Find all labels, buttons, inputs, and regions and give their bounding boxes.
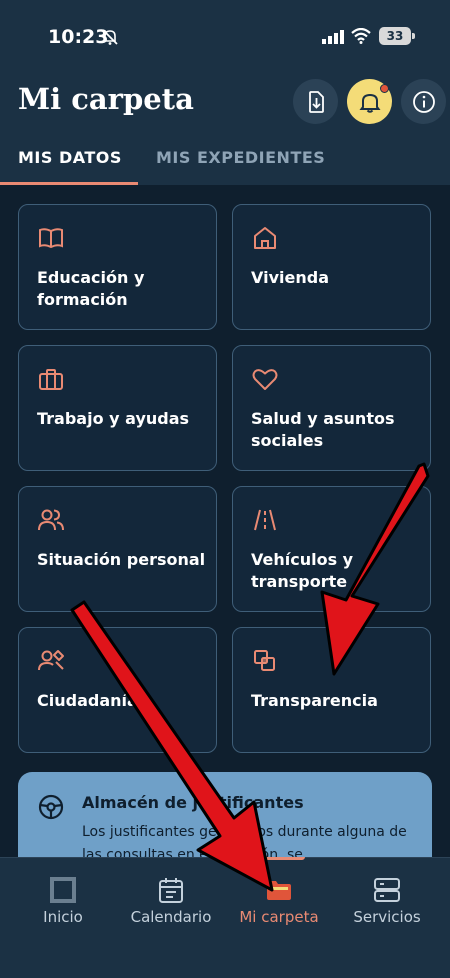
active-nav-indicator [253, 857, 305, 860]
content-scroll-area[interactable]: Educación y formación Vivienda Trabajo y… [0, 185, 450, 857]
heart-icon [252, 369, 278, 390]
card-educacion[interactable]: Educación y formación [18, 204, 217, 330]
home-square-icon [50, 877, 76, 903]
card-label: Salud y asuntos sociales [251, 409, 395, 450]
battery-indicator: 33 [379, 27, 415, 45]
card-label: Trabajo y ayudas [37, 409, 190, 428]
card-vehiculos[interactable]: Vehículos y transporte [232, 486, 431, 612]
transparency-icon [254, 650, 275, 671]
status-bar: 10:23 33 [0, 0, 450, 72]
notification-dot [380, 84, 389, 93]
nav-label: Servicios [353, 908, 421, 926]
card-label: Situación personal [37, 550, 206, 569]
tab-bar: MIS DATOS MIS EXPEDIENTES [0, 140, 450, 185]
nav-mi-carpeta[interactable]: Mi carpeta [223, 857, 335, 938]
page-title: Mi carpeta [18, 82, 194, 116]
server-icon [374, 878, 400, 902]
nav-label: Calendario [130, 908, 212, 926]
wifi-icon [351, 28, 371, 44]
card-label: Transparencia [251, 691, 378, 710]
book-icon [39, 228, 63, 249]
bell-muted-icon [102, 29, 118, 45]
citizen-icon [38, 650, 64, 671]
steering-wheel-icon [38, 794, 64, 820]
tab-mis-expedientes[interactable]: MIS EXPEDIENTES [156, 148, 325, 167]
briefcase-icon [39, 369, 63, 390]
info-icon [412, 90, 435, 113]
nav-label: Inicio [43, 908, 83, 926]
nav-inicio[interactable]: Inicio [7, 858, 119, 938]
road-icon [254, 509, 276, 531]
nav-calendario[interactable]: Calendario [115, 858, 227, 938]
card-situacion-personal[interactable]: Situación personal [18, 486, 217, 612]
nav-servicios[interactable]: Servicios [331, 858, 443, 938]
bell-icon [359, 93, 380, 113]
card-transparencia[interactable]: Transparencia [232, 627, 431, 753]
info-card-text: Los justificantes generados durante algu… [82, 824, 407, 857]
house-icon [254, 227, 276, 249]
calendar-icon [159, 878, 183, 903]
info-card-title: Almacén de justificantes [82, 793, 304, 812]
card-ciudadania[interactable]: Ciudadanía [18, 627, 217, 753]
download-doc-icon [308, 90, 324, 113]
download-button[interactable] [293, 79, 338, 124]
card-salud[interactable]: Salud y asuntos sociales [232, 345, 431, 471]
status-time: 10:23 [48, 26, 109, 48]
card-label: Ciudadanía [37, 691, 138, 710]
people-icon [38, 509, 64, 531]
justificantes-card[interactable]: Almacén de justificantes Los justificant… [18, 772, 432, 857]
card-label: Educación y formación [37, 268, 145, 309]
nav-label: Mi carpeta [239, 908, 319, 926]
top-app-bar: 10:23 33 Mi carpeta MIS DATOS MIS EXPEDI… [0, 0, 450, 185]
folder-icon [267, 881, 291, 900]
bottom-navigation: Inicio Calendario Mi carpeta Servicios [0, 857, 450, 978]
info-button[interactable] [401, 79, 446, 124]
notifications-button[interactable] [347, 79, 392, 124]
card-trabajo[interactable]: Trabajo y ayudas [18, 345, 217, 471]
card-label: Vehículos y transporte [251, 550, 354, 591]
card-vivienda[interactable]: Vivienda [232, 204, 431, 330]
signal-icon [322, 30, 344, 44]
card-label: Vivienda [251, 268, 329, 287]
tab-mis-datos[interactable]: MIS DATOS [18, 148, 122, 167]
